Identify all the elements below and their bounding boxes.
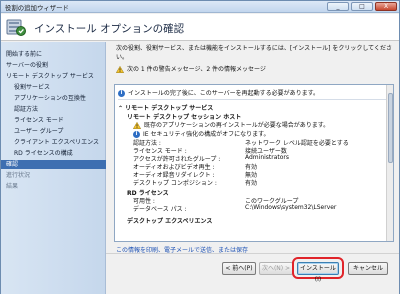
- main-content: 次の役割、役割サービス、または機能をインストールするには、[インストール] をク…: [106, 42, 399, 254]
- wizard-header: インストール オプションの確認: [1, 14, 399, 41]
- nav-item-remote-desktop-services[interactable]: リモート デスクトップ サービス: [1, 72, 106, 81]
- ie-esc-note-text: IE セキュリティ強化の構成がオフになります。: [143, 131, 270, 138]
- nav-item-rd-licensing-config[interactable]: RD ライセンスの構成: [1, 149, 106, 158]
- maximize-button[interactable]: □: [351, 2, 373, 11]
- subsection-desktop-experience: デスクトップ エクスペリエンス: [127, 218, 213, 225]
- info-icon: i: [133, 131, 140, 138]
- warning-icon: [133, 122, 141, 129]
- reinstall-warning-text: 既存のアプリケーションの再インストールが必要な場合があります。: [144, 122, 330, 129]
- collapse-chevron-icon: ⌃: [118, 105, 124, 112]
- restart-info: i インストールの完了後に、このサーバーを再起動する必要があります。: [118, 88, 390, 100]
- window-title: 役割の追加ウィザード: [5, 4, 69, 12]
- wizard-window: 役割の追加ウィザード _ □ X インストール オプションの確認 開始する前に …: [0, 0, 400, 294]
- title-bar: 役割の追加ウィザード _ □ X: [1, 1, 399, 13]
- section-rds-title: リモート デスクトップ サービス: [125, 105, 214, 112]
- nav-item-client-experience[interactable]: クライアント エクスペリエンス: [1, 138, 106, 147]
- confirmation-description: 次の役割、役割サービス、または機能をインストールするには、[インストール] をク…: [116, 45, 392, 61]
- details-scrollbar[interactable]: [386, 85, 393, 241]
- reinstall-warning: 既存のアプリケーションの再インストールが必要な場合があります。: [133, 120, 329, 129]
- wizard-footer: < 前へ(P) 次へ(N) > インストール(I) キャンセル: [106, 253, 399, 294]
- nav-item-server-roles[interactable]: サーバーの役割: [1, 61, 106, 70]
- nav-item-app-compat[interactable]: アプリケーションの互換性: [1, 94, 106, 103]
- detail-value: Administrators: [245, 154, 290, 161]
- nav-item-role-services[interactable]: 役割サービス: [1, 83, 106, 92]
- close-button[interactable]: X: [375, 2, 397, 11]
- server-roles-icon: [6, 19, 26, 36]
- nav-item-auth-method[interactable]: 認証方法: [1, 105, 106, 114]
- message-summary: 次の 1 件の警告メッセージ、2 件の情報メッセージ: [116, 64, 391, 73]
- detail-value: 有効: [245, 180, 258, 187]
- wizard-nav: 開始する前に サーバーの役割 リモート デスクトップ サービス 役割サービス ア…: [1, 42, 106, 294]
- minimize-button[interactable]: _: [327, 2, 349, 11]
- cancel-button[interactable]: キャンセル: [348, 262, 388, 275]
- detail-label: データベース パス :: [133, 206, 187, 213]
- restart-info-text: インストールの完了後に、このサーバーを再起動する必要があります。: [128, 90, 320, 97]
- nav-item-results: 結果: [6, 183, 19, 190]
- nav-item-licensing-mode[interactable]: ライセンス モード: [1, 116, 106, 125]
- install-button[interactable]: インストール(I): [297, 262, 339, 283]
- warning-icon: [116, 66, 124, 73]
- nav-item-before-you-begin[interactable]: 開始する前に: [1, 50, 106, 59]
- section-rds[interactable]: ⌃ リモート デスクトップ サービス: [118, 103, 213, 112]
- detail-label: デスクトップ コンポジション :: [133, 180, 217, 187]
- nav-item-confirmation[interactable]: 確認: [1, 160, 106, 169]
- scrollbar-thumb[interactable]: [388, 93, 393, 163]
- page-title: インストール オプションの確認: [34, 23, 185, 35]
- details-panel: i インストールの完了後に、このサーバーを再起動する必要があります。 ⌃ リモート…: [114, 84, 394, 242]
- nav-item-user-groups[interactable]: ユーザー グループ: [1, 127, 106, 136]
- back-button[interactable]: < 前へ(P): [222, 262, 256, 275]
- next-button: 次へ(N) >: [259, 262, 293, 275]
- info-icon: i: [118, 90, 125, 97]
- nav-item-progress: 進行状況: [6, 172, 31, 179]
- message-summary-text: 次の 1 件の警告メッセージ、2 件の情報メッセージ: [127, 66, 266, 73]
- ie-esc-note: i IE セキュリティ強化の構成がオフになります。: [133, 129, 270, 138]
- detail-value: C:\Windows\system32\LServer: [245, 204, 337, 211]
